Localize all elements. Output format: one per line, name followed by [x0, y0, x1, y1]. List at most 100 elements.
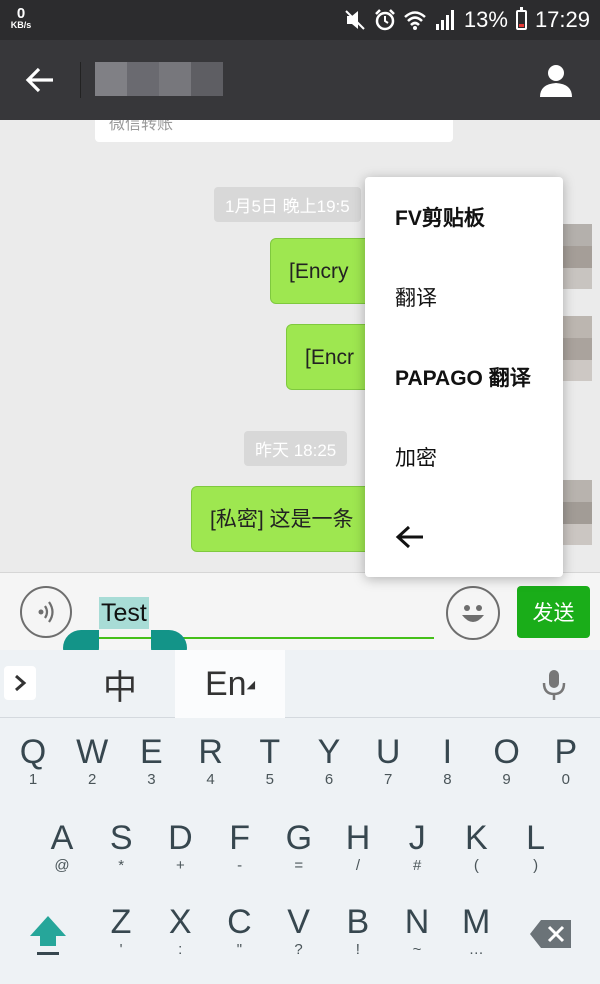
key-secondary: … [468, 941, 484, 958]
key-o[interactable]: O9 [481, 732, 533, 806]
backspace-key[interactable] [526, 914, 576, 954]
key-m[interactable]: M… [450, 902, 502, 976]
key-l[interactable]: L) [510, 818, 562, 892]
key-u[interactable]: U7 [362, 732, 414, 806]
message-input-value: Test [99, 597, 149, 629]
key-z[interactable]: Z ' [95, 902, 147, 976]
transfer-card[interactable]: 微信转账 [95, 120, 453, 142]
key-letter: G [285, 819, 313, 857]
key-letter: R [198, 733, 223, 771]
context-menu: FV剪贴板 翻译 PAPAGO 翻译 加密 [365, 177, 563, 577]
key-letter: L [526, 819, 546, 857]
avatar [562, 480, 592, 546]
back-button[interactable] [18, 60, 62, 100]
shift-icon [30, 915, 66, 946]
key-letter: K [465, 819, 488, 857]
key-letter: I [442, 733, 453, 771]
key-d[interactable]: D + [154, 818, 206, 892]
key-secondary: ! [355, 941, 360, 958]
wifi-icon [404, 9, 426, 31]
key-t[interactable]: T5 [244, 732, 296, 806]
mic-button[interactable] [537, 668, 571, 702]
chat-title-bar [0, 40, 600, 120]
signal-icon [434, 9, 456, 31]
key-letter: X [168, 903, 192, 941]
key-letter: J [408, 819, 426, 857]
key-y[interactable]: Y6 [303, 732, 355, 806]
key-p[interactable]: P0 [540, 732, 592, 806]
alarm-icon [374, 9, 396, 31]
microphone-icon [542, 670, 566, 700]
key-letter: Y [317, 733, 341, 771]
message-bubble[interactable]: [私密] 这是一条 [191, 486, 380, 552]
key-i[interactable]: I8 [421, 732, 473, 806]
key-letter: E [140, 733, 163, 771]
contact-name-blurred [95, 62, 223, 96]
key-letter: N [404, 903, 430, 941]
key-letter: V [287, 903, 310, 941]
key-v[interactable]: V? [273, 902, 325, 976]
message-input[interactable]: Test [88, 587, 434, 639]
network-speed: 0 KB/s [6, 6, 36, 30]
transfer-label: 微信转账 [109, 120, 174, 133]
key-secondary: ? [294, 941, 303, 958]
key-secondary: * [118, 857, 125, 874]
key-secondary: ) [533, 857, 539, 874]
person-icon [540, 65, 572, 97]
key-letter: W [76, 733, 109, 771]
voice-button[interactable] [20, 586, 72, 638]
key-letter: H [345, 819, 371, 857]
key-secondary: 6 [324, 771, 334, 788]
key-g[interactable]: G = [273, 818, 325, 892]
menu-item-papago-translate[interactable]: PAPAGO 翻译 [365, 337, 563, 417]
key-letter: S [109, 819, 133, 857]
key-letter: A [50, 819, 74, 857]
key-n[interactable]: N ~ [391, 902, 443, 976]
key-x[interactable]: X: [154, 902, 206, 976]
lang-chinese-button[interactable]: 中 [66, 650, 174, 718]
key-h[interactable]: H / [332, 818, 384, 892]
key-secondary: = [294, 857, 304, 874]
key-secondary: 3 [147, 771, 156, 788]
key-f[interactable]: F- [214, 818, 266, 892]
battery-percent: 13% [463, 7, 508, 32]
key-letter: D [168, 819, 193, 857]
key-letter: U [375, 733, 401, 771]
key-letter: C [227, 903, 252, 941]
key-b[interactable]: B! [332, 902, 384, 976]
emoji-button[interactable] [446, 586, 500, 640]
keyboard-toolbar: 中 En ◢ [0, 650, 600, 718]
chat-info-button[interactable] [536, 60, 576, 100]
key-secondary: # [413, 857, 422, 874]
shift-key[interactable] [24, 910, 72, 958]
menu-item-encrypt[interactable]: 加密 [365, 417, 563, 497]
key-e[interactable]: E3 [125, 732, 177, 806]
key-letter: Z [110, 903, 132, 941]
key-w[interactable]: W2 [66, 732, 118, 806]
key-secondary: " [236, 941, 243, 958]
keyboard-expand-button[interactable] [4, 666, 36, 700]
key-r[interactable]: R4 [185, 732, 237, 806]
key-secondary: : [178, 941, 183, 958]
key-letter: B [346, 903, 370, 941]
key-secondary: ' [119, 941, 123, 958]
menu-item-translate[interactable]: 翻译 [365, 257, 563, 337]
key-s[interactable]: S * [95, 818, 147, 892]
key-c[interactable]: C " [213, 902, 265, 976]
key-q[interactable]: Q1 [7, 732, 59, 806]
key-a[interactable]: A @ [36, 818, 88, 892]
key-j[interactable]: J # [391, 818, 443, 892]
arrow-left-icon [395, 525, 423, 549]
lang-english-button[interactable]: En ◢ [175, 650, 285, 718]
status-bar: 0 KB/s 13% 17:29 [0, 0, 600, 40]
key-letter: P [554, 733, 578, 771]
key-secondary: + [176, 857, 185, 874]
key-secondary: 5 [265, 771, 274, 788]
menu-back-button[interactable] [365, 497, 563, 577]
message-bubble[interactable]: [Encry [270, 238, 380, 304]
key-k[interactable]: K( [450, 818, 502, 892]
send-button[interactable]: 发送 [517, 586, 590, 638]
menu-item-fv-clipboard[interactable]: FV剪贴板 [365, 177, 563, 257]
key-secondary: 2 [88, 771, 97, 788]
avatar [562, 224, 592, 290]
